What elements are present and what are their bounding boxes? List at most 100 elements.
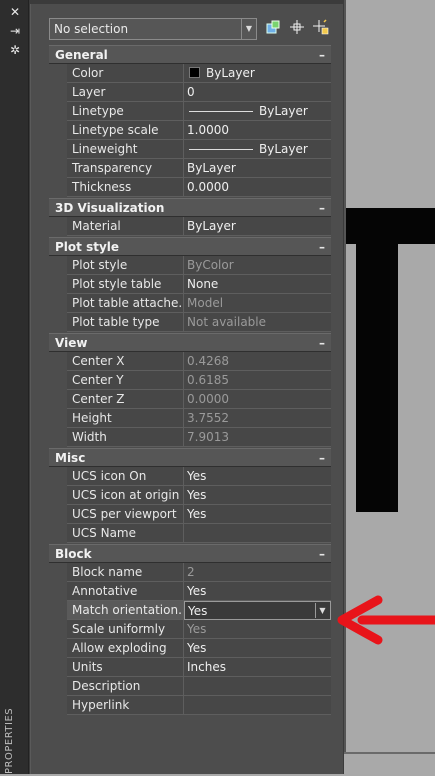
- property-value[interactable]: 1.0000: [184, 121, 331, 140]
- property-label: Plot style table: [67, 275, 184, 294]
- linetype-preview-icon: [189, 111, 253, 112]
- property-grid: General – Color ByLayer Layer 0 Linetype ByLaye…: [49, 44, 331, 715]
- selection-dropdown-value: No selection: [54, 22, 129, 36]
- property-row[interactable]: UCS per viewport Yes: [49, 505, 331, 524]
- property-value-text: Not available: [187, 315, 267, 329]
- property-value[interactable]: 0.0000: [184, 178, 331, 197]
- property-value: 0.4268: [184, 352, 331, 371]
- chevron-down-icon[interactable]: ▼: [241, 19, 256, 39]
- chevron-down-icon[interactable]: ▼: [315, 603, 329, 618]
- quick-select-icon[interactable]: [311, 19, 331, 39]
- row-gutter: [49, 64, 67, 83]
- property-row[interactable]: UCS icon On Yes: [49, 467, 331, 486]
- collapse-icon[interactable]: –: [319, 545, 325, 564]
- property-row[interactable]: UCS icon at origin Yes: [49, 486, 331, 505]
- property-label: Center X: [67, 352, 184, 371]
- property-label: Center Y: [67, 371, 184, 390]
- property-label: Allow exploding: [67, 639, 184, 658]
- property-label: Linetype: [67, 102, 184, 121]
- property-row[interactable]: Center Y 0.6185: [49, 371, 331, 390]
- property-value[interactable]: None: [184, 275, 331, 294]
- property-row[interactable]: Description: [49, 677, 331, 696]
- property-label: Color: [67, 64, 184, 83]
- collapse-icon[interactable]: –: [319, 46, 325, 65]
- collapse-icon[interactable]: –: [319, 334, 325, 353]
- property-value-text: None: [187, 277, 219, 291]
- property-value[interactable]: ByLayer: [184, 217, 331, 236]
- property-value[interactable]: ByLayer: [184, 159, 331, 178]
- property-value[interactable]: Yes: [184, 486, 331, 505]
- row-gutter: [49, 121, 67, 140]
- property-value[interactable]: ByLayer: [184, 64, 331, 83]
- collapse-icon[interactable]: –: [319, 199, 325, 218]
- section-header-view[interactable]: View –: [49, 333, 331, 352]
- palette-titlebar[interactable]: ✕ ⇥ ✲ PROPERTIES: [0, 0, 29, 774]
- color-swatch-icon: [189, 67, 200, 78]
- property-value[interactable]: ByLayer: [184, 102, 331, 121]
- close-icon[interactable]: ✕: [9, 6, 21, 18]
- section-header-block[interactable]: Block –: [49, 544, 331, 563]
- property-row[interactable]: Material ByLayer: [49, 217, 331, 236]
- property-label: Plot table type: [67, 313, 184, 332]
- property-value[interactable]: ByLayer: [184, 140, 331, 159]
- row-gutter: [49, 409, 67, 428]
- section-title: View: [55, 336, 88, 350]
- property-row[interactable]: Linetype ByLayer: [49, 102, 331, 121]
- property-row[interactable]: Layer 0: [49, 83, 331, 102]
- property-row[interactable]: Thickness 0.0000: [49, 178, 331, 197]
- property-label: Lineweight: [67, 140, 184, 159]
- section-header-misc[interactable]: Misc –: [49, 448, 331, 467]
- auto-hide-icon[interactable]: ⇥: [9, 25, 21, 37]
- row-gutter: [49, 313, 67, 332]
- property-row[interactable]: Plot style table None: [49, 275, 331, 294]
- select-objects-icon[interactable]: [287, 19, 307, 39]
- property-row[interactable]: Block name 2: [49, 563, 331, 582]
- property-row[interactable]: Center X 0.4268: [49, 352, 331, 371]
- toggle-pickadd-icon[interactable]: [263, 19, 283, 39]
- property-row[interactable]: Plot table attache... Model: [49, 294, 331, 313]
- property-row[interactable]: Lineweight ByLayer: [49, 140, 331, 159]
- collapse-icon[interactable]: –: [319, 449, 325, 468]
- property-value-dropdown[interactable]: Yes ▼: [184, 601, 331, 620]
- property-label: Plot table attache...: [67, 294, 184, 313]
- property-value[interactable]: Yes: [184, 582, 331, 601]
- properties-icon[interactable]: ✲: [9, 44, 21, 56]
- property-row[interactable]: Plot style ByColor: [49, 256, 331, 275]
- row-gutter: [49, 256, 67, 275]
- property-row[interactable]: Color ByLayer: [49, 64, 331, 83]
- section-header-3d-visualization[interactable]: 3D Visualization –: [49, 198, 331, 217]
- property-row[interactable]: Match orientation... Yes ▼: [49, 601, 331, 620]
- property-value[interactable]: [184, 677, 331, 696]
- property-value-text: Yes: [187, 469, 207, 483]
- property-label: Thickness: [67, 178, 184, 197]
- selection-dropdown[interactable]: No selection ▼: [49, 18, 257, 40]
- row-gutter: [49, 102, 67, 121]
- properties-palette: ✕ ⇥ ✲ PROPERTIES No selection ▼ General –…: [0, 0, 344, 774]
- property-row[interactable]: Allow exploding Yes: [49, 639, 331, 658]
- property-value[interactable]: Yes: [184, 467, 331, 486]
- property-value[interactable]: Inches: [184, 658, 331, 677]
- property-row[interactable]: Height 3.7552: [49, 409, 331, 428]
- property-value-text: ByLayer: [187, 219, 236, 233]
- property-row[interactable]: Units Inches: [49, 658, 331, 677]
- property-row[interactable]: Annotative Yes: [49, 582, 331, 601]
- property-value[interactable]: [184, 524, 331, 543]
- property-value[interactable]: [184, 696, 331, 715]
- collapse-icon[interactable]: –: [319, 238, 325, 257]
- property-value[interactable]: 0: [184, 83, 331, 102]
- property-row[interactable]: Center Z 0.0000: [49, 390, 331, 409]
- property-value[interactable]: Yes: [184, 639, 331, 658]
- section-header-general[interactable]: General –: [49, 45, 331, 64]
- property-row[interactable]: Plot table type Not available: [49, 313, 331, 332]
- property-row[interactable]: UCS Name: [49, 524, 331, 543]
- row-gutter: [49, 390, 67, 409]
- property-row[interactable]: Width 7.9013: [49, 428, 331, 447]
- property-row[interactable]: Linetype scale 1.0000: [49, 121, 331, 140]
- section-header-plot-style[interactable]: Plot style –: [49, 237, 331, 256]
- property-row[interactable]: Scale uniformly Yes: [49, 620, 331, 639]
- property-value[interactable]: Yes: [184, 505, 331, 524]
- row-gutter: [49, 620, 67, 639]
- property-row[interactable]: Hyperlink: [49, 696, 331, 715]
- property-label: UCS icon at origin: [67, 486, 184, 505]
- property-row[interactable]: Transparency ByLayer: [49, 159, 331, 178]
